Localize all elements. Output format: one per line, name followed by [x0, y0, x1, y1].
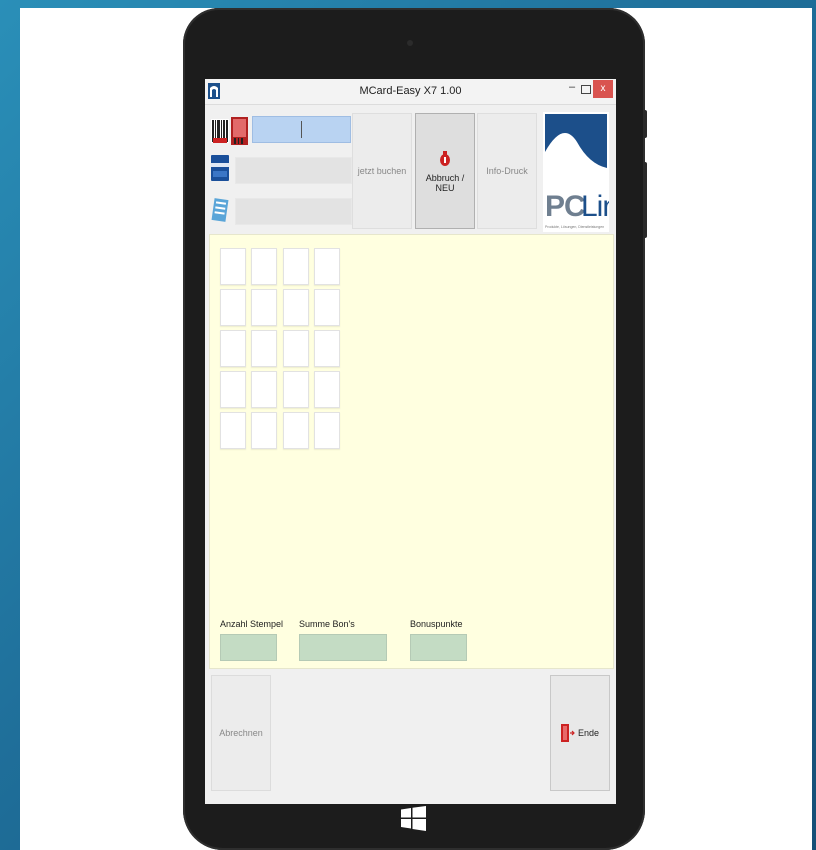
info-druck-button[interactable]: Info-Druck — [477, 113, 537, 229]
card-input[interactable] — [235, 157, 352, 184]
text-caret — [301, 121, 302, 138]
pclin-logo-graphic: PC Lin Produkte, Lösungen, Dienstleistun… — [545, 114, 616, 229]
stamp-cell[interactable] — [283, 248, 309, 285]
volume-button — [643, 110, 647, 138]
bonuspunkte-field — [410, 634, 467, 661]
anzahl-stempel-field — [220, 634, 277, 661]
stamp-cell[interactable] — [314, 412, 340, 449]
stamp-cell[interactable] — [220, 412, 246, 449]
logo-lin-text: Lin — [581, 190, 609, 223]
stamp-cell[interactable] — [251, 248, 277, 285]
stamp-cell[interactable] — [314, 371, 340, 408]
stamp-cell[interactable] — [283, 371, 309, 408]
action-bar: Abrechnen Ende — [205, 671, 616, 804]
summe-bons-field — [299, 634, 387, 661]
window-title: MCard-Easy X7 1.00 — [359, 85, 462, 97]
pclin-logo: PC Lin Produkte, Lösungen, Dienstleistun… — [543, 112, 616, 232]
jetzt-buchen-button[interactable]: jetzt buchen — [352, 113, 412, 229]
exit-door-icon — [560, 724, 575, 742]
title-bar: MCard-Easy X7 1.00 – x — [205, 79, 616, 105]
windows-home-icon[interactable] — [401, 806, 426, 831]
stamp-cell[interactable] — [251, 289, 277, 326]
stamp-cell[interactable] — [283, 412, 309, 449]
stamp-cell[interactable] — [314, 248, 340, 285]
summe-bons-label: Summe Bon's — [299, 619, 355, 629]
stamp-cell[interactable] — [251, 330, 277, 367]
abbruch-neu-label: Abbruch / NEU — [425, 173, 465, 193]
stamp-cell[interactable] — [251, 412, 277, 449]
camera — [407, 40, 413, 46]
receipt-input[interactable] — [235, 198, 352, 225]
cancel-icon — [440, 151, 450, 166]
maximize-button[interactable] — [581, 85, 591, 94]
abbruch-neu-button[interactable]: Abbruch / NEU — [415, 113, 475, 229]
stamp-cell[interactable] — [220, 371, 246, 408]
stamp-cell[interactable] — [283, 330, 309, 367]
logo-pc-text: PC — [545, 190, 585, 223]
ende-label: Ende — [577, 728, 600, 738]
stamp-cell[interactable] — [251, 371, 277, 408]
anzahl-stempel-label: Anzahl Stempel — [220, 619, 284, 629]
minimize-button[interactable]: – — [565, 81, 579, 99]
stamp-cell[interactable] — [314, 330, 340, 367]
card-icon — [211, 155, 229, 181]
receipt-icon — [211, 198, 229, 222]
stamp-area: Anzahl Stempel Summe Bon's Bonuspunkte — [209, 234, 614, 669]
stamp-cell[interactable] — [220, 289, 246, 326]
bonuspunkte-label: Bonuspunkte — [410, 619, 463, 629]
barcode-icon — [211, 117, 248, 145]
logo-tagline: Produkte, Lösungen, Dienstleistungen — [545, 225, 604, 229]
close-button[interactable]: x — [593, 80, 613, 98]
stamp-cell[interactable] — [220, 330, 246, 367]
stamp-cell[interactable] — [314, 289, 340, 326]
stamp-cell[interactable] — [220, 248, 246, 285]
ende-button[interactable]: Ende — [550, 675, 610, 791]
power-button — [643, 162, 647, 238]
abrechnen-button[interactable]: Abrechnen — [211, 675, 271, 791]
stamp-cell[interactable] — [283, 289, 309, 326]
barcode-input[interactable] — [252, 116, 351, 143]
app-window: MCard-Easy X7 1.00 – x jetzt buchen Abbr… — [205, 79, 616, 804]
